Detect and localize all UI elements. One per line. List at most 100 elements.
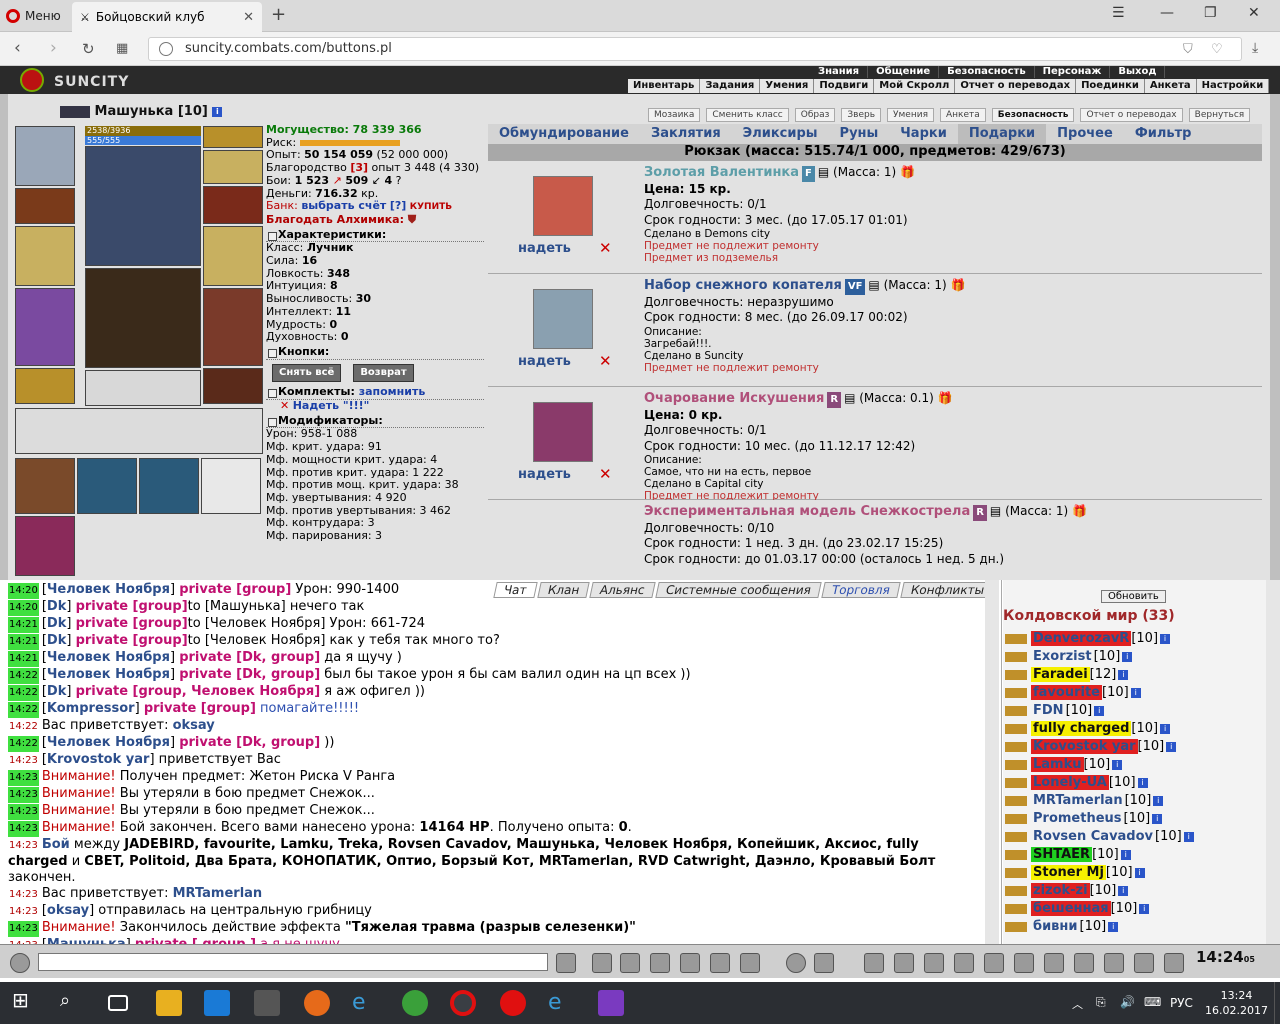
bank-help[interactable]: [?]: [390, 199, 406, 212]
chat-private-tag[interactable]: private [Dk, group]: [179, 667, 320, 682]
online-user-name[interactable]: Faradei: [1031, 667, 1090, 682]
bracer-slot[interactable]: [15, 188, 75, 224]
submenu-settings[interactable]: Настройки: [1197, 79, 1270, 93]
chat-private-tag[interactable]: private [group]: [76, 599, 188, 614]
online-user-name[interactable]: Stoner Mj: [1031, 865, 1106, 880]
close-window-icon[interactable]: ✕: [1248, 5, 1260, 21]
info-icon[interactable]: i: [1183, 831, 1194, 842]
earring-slot[interactable]: [203, 126, 263, 148]
info-icon[interactable]: i: [1166, 741, 1177, 752]
skills-button[interactable]: Умения: [887, 108, 934, 122]
section-modifiers[interactable]: Модификаторы:: [266, 414, 484, 429]
boots-slot[interactable]: [203, 368, 263, 404]
private-message-icon[interactable]: [1005, 922, 1027, 932]
chat-timestamp[interactable]: 14:20: [8, 600, 39, 616]
menu-knowledge[interactable]: Знания: [810, 66, 869, 78]
chat-input[interactable]: [38, 953, 548, 971]
private-message-icon[interactable]: [1005, 904, 1027, 914]
download-icon[interactable]: ⤓: [1252, 40, 1258, 56]
chat-timestamp[interactable]: 14:22: [8, 702, 39, 718]
private-message-icon[interactable]: [1005, 796, 1027, 806]
chat-tab-system[interactable]: Системные сообщения: [655, 582, 822, 598]
chat-timestamp[interactable]: 14:23: [8, 804, 39, 820]
shield-slot[interactable]: [203, 226, 263, 286]
delete-icon[interactable]: ✕: [599, 239, 612, 257]
pet-icon[interactable]: [814, 953, 834, 973]
language-indicator[interactable]: РУС: [1170, 996, 1193, 1010]
wear-link[interactable]: надеть: [518, 467, 571, 482]
menu-security[interactable]: Безопасность: [939, 66, 1035, 78]
private-icon[interactable]: [710, 953, 730, 973]
private-message-icon[interactable]: [1005, 868, 1027, 878]
private-message-icon[interactable]: [1005, 760, 1027, 770]
tray-clock[interactable]: 13:24 16.02.2017: [1205, 988, 1268, 1018]
chat-private-tag[interactable]: private [group, Человек Ноября]: [76, 684, 321, 699]
chat-timestamp[interactable]: 14:21: [8, 651, 39, 667]
chat-nick[interactable]: Человек Ноября: [47, 667, 170, 682]
chat-timestamp[interactable]: 14:21: [8, 634, 39, 650]
submenu-profile[interactable]: Анкета: [1145, 79, 1197, 93]
online-user-name[interactable]: fully charged: [1031, 721, 1132, 736]
submenu-transfers[interactable]: Отчет о переводах: [955, 79, 1077, 93]
pants-slot[interactable]: [203, 288, 263, 366]
action-icon-2[interactable]: [894, 953, 914, 973]
back-icon[interactable]: ‹: [14, 38, 21, 58]
chat-scrollbar[interactable]: [985, 580, 999, 944]
item-name[interactable]: Набор снежного копателя: [644, 278, 842, 293]
action-icon-8[interactable]: [1074, 953, 1094, 973]
tray-arrow-icon[interactable]: ︿: [1072, 996, 1083, 1012]
chat-timestamp[interactable]: 14:23: [8, 821, 39, 837]
chat-nick[interactable]: oksay: [47, 903, 89, 918]
bank-link[interactable]: выбрать счёт: [301, 199, 386, 212]
exit-icon[interactable]: [1164, 953, 1184, 973]
submenu-skills[interactable]: Умения: [760, 79, 815, 93]
online-user-name[interactable]: FDN: [1031, 703, 1066, 718]
yandex-icon[interactable]: [500, 990, 526, 1016]
calculator-icon[interactable]: [254, 990, 280, 1016]
private-message-icon[interactable]: [1005, 706, 1027, 716]
transfers-button[interactable]: Отчет о переводах: [1080, 108, 1183, 122]
belt-slot[interactable]: [15, 368, 75, 404]
online-scrollbar[interactable]: [1266, 580, 1280, 944]
chat-tab-alliance[interactable]: Альянс: [589, 582, 656, 598]
ie-icon[interactable]: e: [548, 990, 574, 1016]
private-message-icon[interactable]: [1005, 832, 1027, 842]
online-user-name[interactable]: Lonely-UA: [1031, 775, 1109, 790]
online-user-name[interactable]: zizok-zi: [1031, 883, 1090, 898]
section-characteristics[interactable]: Характеристики:: [266, 228, 484, 243]
online-user-name[interactable]: бешенная: [1031, 901, 1111, 916]
chat-timestamp[interactable]: 14:23: [8, 787, 39, 803]
tab-other[interactable]: Прочее: [1046, 124, 1124, 144]
private-message-icon[interactable]: [1005, 688, 1027, 698]
chat-timestamp[interactable]: 14:22: [8, 736, 39, 752]
tab-runes[interactable]: Руны: [829, 124, 890, 144]
wear-set-link[interactable]: Надеть "!!!": [293, 399, 370, 412]
submenu-inventory[interactable]: Инвентарь: [628, 79, 701, 93]
gloves-slot[interactable]: [203, 186, 263, 224]
tab-gifts[interactable]: Подарки: [957, 124, 1047, 144]
alchemist-label[interactable]: Благодать Алхимика:: [266, 213, 404, 226]
info-icon[interactable]: i: [1094, 705, 1105, 716]
chat-timestamp[interactable]: 14:20: [8, 583, 39, 599]
remove-all-button[interactable]: Снять всё: [272, 363, 342, 383]
chrome-icon[interactable]: [402, 990, 428, 1016]
filter-icon[interactable]: [620, 953, 640, 973]
chat-timestamp[interactable]: 14:22: [8, 668, 39, 684]
chat-nick[interactable]: oksay: [173, 718, 215, 733]
online-user-name[interactable]: Lamku: [1031, 757, 1084, 772]
opera-taskbar-icon[interactable]: [450, 990, 476, 1016]
menu-communication[interactable]: Общение: [868, 66, 940, 78]
chat-nick[interactable]: Бой: [42, 837, 70, 852]
opera-menu-button[interactable]: Меню: [6, 5, 61, 27]
submenu-fights[interactable]: Поединки: [1076, 79, 1145, 93]
back-button[interactable]: Вернуться: [1188, 108, 1251, 122]
mosaic-button[interactable]: Мозаика: [648, 108, 701, 122]
item-name[interactable]: Экспериментальная модель Снежкострела: [644, 504, 970, 519]
empty-rune-slots[interactable]: [85, 370, 201, 406]
private-message-icon[interactable]: [1005, 670, 1027, 680]
close-tab-icon[interactable]: ✕: [243, 10, 254, 25]
info-icon[interactable]: i: [1160, 723, 1171, 734]
menu-character[interactable]: Персонаж: [1035, 66, 1111, 78]
heart-icon[interactable]: ♡: [1211, 42, 1223, 57]
chat-nick[interactable]: Dk: [47, 684, 66, 699]
